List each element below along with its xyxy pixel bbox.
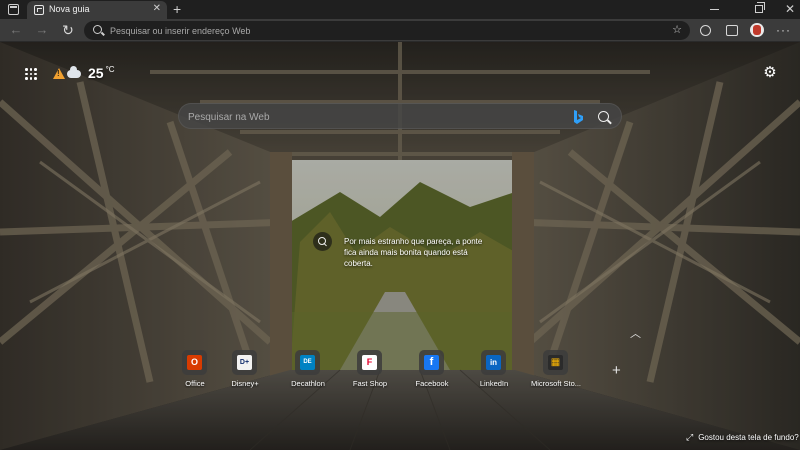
quick-link-disney[interactable]: D+ Disney+ — [215, 350, 275, 395]
minimize-button[interactable] — [710, 9, 719, 10]
quick-link-tile: f — [419, 350, 444, 375]
quick-link-tile: DE — [295, 350, 320, 375]
warning-icon — [53, 67, 65, 79]
fast-shop-icon: F — [362, 355, 377, 370]
cloud-icon — [67, 66, 81, 78]
wallet-icon[interactable] — [724, 23, 738, 37]
quick-link-tile: O — [182, 350, 207, 375]
linkedin-icon: in — [486, 355, 501, 370]
quick-link-label: Disney+ — [231, 379, 259, 388]
temperature-unit: °C — [105, 64, 115, 74]
quick-link-tile: in — [481, 350, 506, 375]
collections-icon[interactable] — [698, 23, 712, 37]
caption-text: Por mais estranho que pareça, a ponte fi… — [344, 237, 483, 268]
office-icon: O — [187, 355, 202, 370]
disney-plus-icon: D+ — [237, 355, 252, 370]
quick-link-decathlon[interactable]: DE Decathlon — [278, 350, 338, 395]
quick-link-label: Decathlon — [291, 379, 325, 388]
add-favorite-icon[interactable]: ☆ — [672, 23, 682, 37]
decathlon-icon: DE — [300, 355, 315, 370]
new-tab-favicon-icon — [34, 5, 44, 15]
quick-link-label: Microsoft Sto... — [530, 379, 581, 388]
search-input[interactable] — [188, 104, 558, 130]
restore-button[interactable] — [755, 2, 765, 13]
expand-icon: ⤢ — [686, 432, 694, 442]
tab-nova-guia[interactable]: Nova guia ✕ — [27, 1, 167, 19]
temperature: 25 — [88, 65, 104, 81]
more-menu-icon[interactable]: ··· — [776, 23, 790, 37]
facebook-icon: f — [424, 355, 439, 370]
web-search-box[interactable] — [178, 103, 622, 130]
tab-close-icon[interactable]: ✕ — [153, 3, 161, 15]
quick-link-microsoft-store[interactable]: ▦ Microsoft Sto... — [526, 350, 586, 395]
chevron-up-icon[interactable]: ︿ — [630, 325, 641, 341]
weather-widget[interactable]: 25 °C — [53, 64, 115, 82]
address-bar[interactable]: ☆ — [84, 21, 690, 40]
search-icon — [93, 25, 102, 34]
apps-launcher-icon[interactable] — [25, 68, 37, 80]
microsoft-store-icon: ▦ — [548, 355, 563, 370]
quick-link-facebook[interactable]: f Facebook — [402, 350, 462, 395]
tab-title: Nova guia — [49, 4, 90, 14]
quick-link-label: Fast Shop — [352, 379, 388, 388]
background-feedback-link[interactable]: ⤢ Gostou desta tela de fundo? — [686, 432, 799, 443]
quick-link-tile: F — [357, 350, 382, 375]
address-input[interactable] — [110, 21, 650, 40]
gear-icon[interactable]: ⚙ — [763, 65, 777, 80]
add-quick-link-button[interactable]: + — [612, 363, 621, 378]
background-feedback-text: Gostou desta tela de fundo? — [698, 433, 799, 442]
new-tab-button[interactable]: + — [173, 0, 181, 18]
search-icon[interactable] — [598, 111, 609, 122]
back-button[interactable]: ← — [8, 22, 24, 38]
tab-actions-icon[interactable] — [8, 4, 19, 15]
bing-icon[interactable] — [572, 109, 584, 125]
quick-link-tile: ▦ — [543, 350, 568, 375]
tab-strip: Nova guia ✕ + ✕ — [0, 0, 800, 19]
quick-link-label: LinkedIn — [479, 379, 509, 388]
quick-link-tile: D+ — [232, 350, 257, 375]
browser-toolbar: ← → ↻ ☆ ··· — [0, 19, 800, 42]
forward-button[interactable]: → — [34, 22, 50, 38]
quick-link-linkedin[interactable]: in LinkedIn — [464, 350, 524, 395]
refresh-button[interactable]: ↻ — [60, 22, 76, 38]
window-close-button[interactable]: ✕ — [785, 1, 795, 17]
visual-search-icon[interactable] — [313, 232, 332, 251]
quick-links: O Office D+ Disney+ DE Decathlon F Fast … — [165, 350, 635, 395]
quick-link-fast-shop[interactable]: F Fast Shop — [340, 350, 400, 395]
quick-link-label: Facebook — [415, 379, 449, 388]
profile-avatar[interactable] — [750, 23, 764, 37]
